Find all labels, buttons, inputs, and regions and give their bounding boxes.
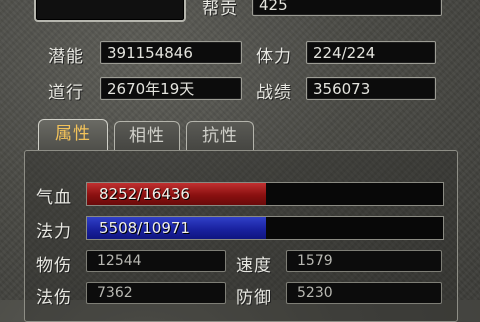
tab-resistance[interactable]: 抗性 [186, 121, 254, 151]
mp-value: 5508/10971 [99, 219, 190, 237]
speed-label: 速度 [236, 256, 272, 276]
stamina-label: 体力 [256, 47, 292, 67]
magic-damage-label: 法伤 [36, 288, 72, 308]
gang-contribution-label: 帮贡 [202, 0, 238, 19]
daoxing-value: 2670年19天 [100, 77, 242, 100]
physical-damage-value: 12544 [86, 250, 226, 272]
potential-value: 391154846 [100, 41, 242, 64]
mp-label: 法力 [36, 222, 72, 242]
hp-value: 8252/16436 [99, 185, 190, 203]
speed-value: 1579 [286, 250, 442, 272]
potential-label: 潜能 [48, 47, 84, 67]
battle-record-value: 356073 [306, 77, 436, 100]
mp-bar: 5508/10971 [86, 216, 444, 240]
defense-value: 5230 [286, 282, 442, 304]
defense-label: 防御 [236, 288, 272, 308]
gang-contribution-value: 425 [252, 0, 442, 16]
daoxing-label: 道行 [48, 83, 84, 103]
tab-affinity[interactable]: 相性 [114, 121, 180, 151]
physical-damage-label: 物伤 [36, 256, 72, 276]
battle-record-label: 战绩 [256, 83, 292, 103]
tab-attributes[interactable]: 属性 [38, 119, 108, 151]
hp-label: 气血 [36, 188, 72, 208]
stamina-value: 224/224 [306, 41, 436, 64]
magic-damage-value: 7362 [86, 282, 226, 304]
character-portrait-frame [34, 0, 186, 22]
hp-bar: 8252/16436 [86, 182, 444, 206]
